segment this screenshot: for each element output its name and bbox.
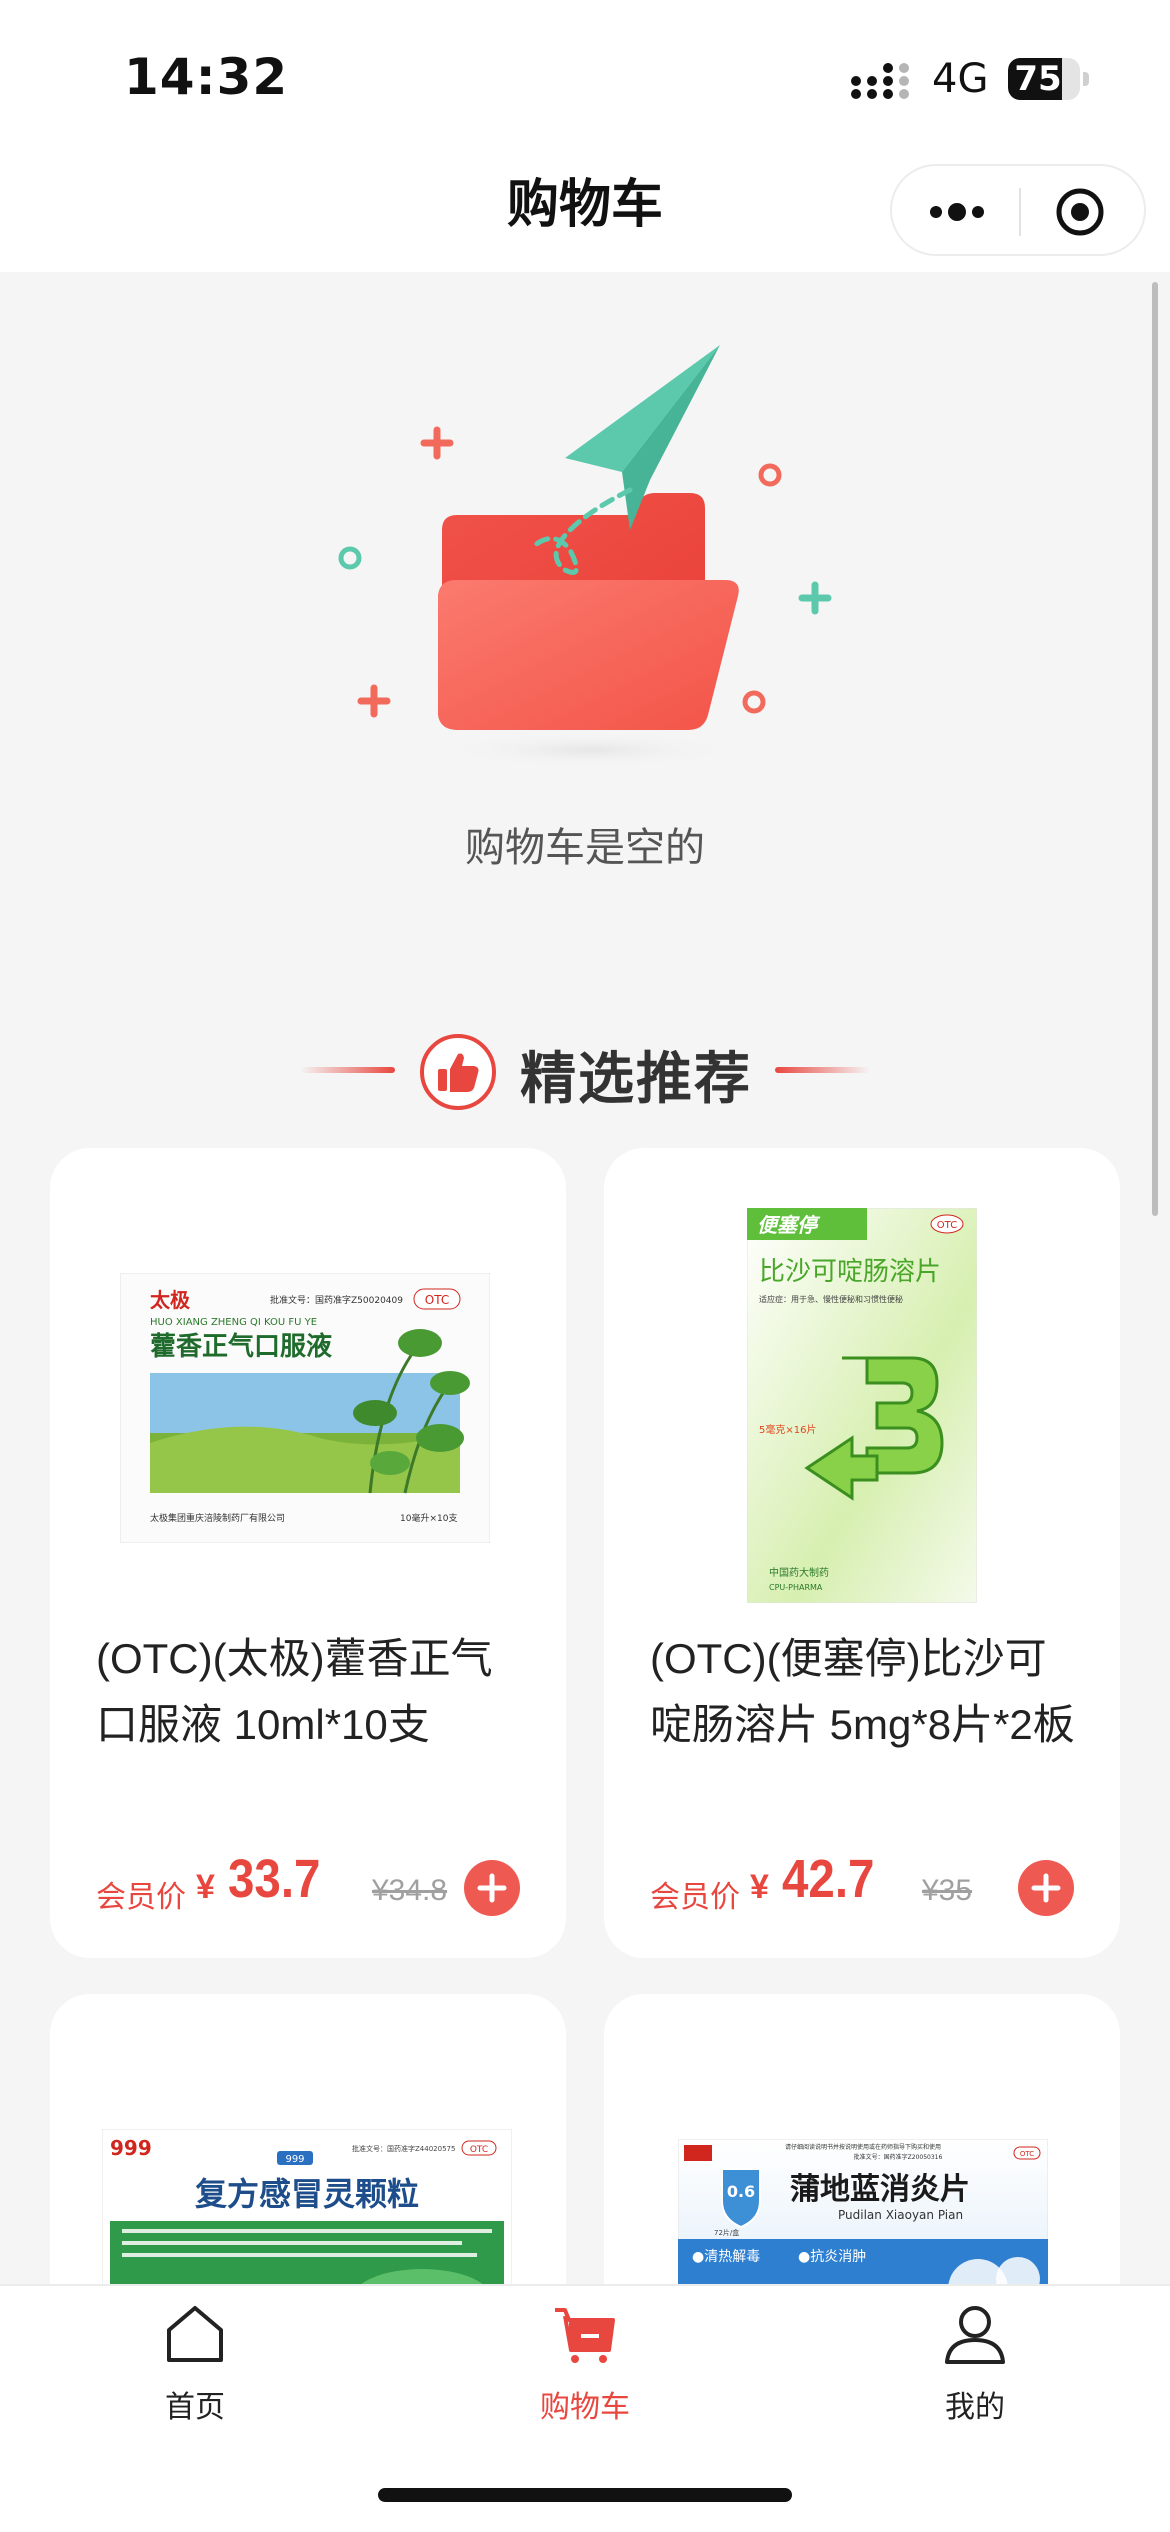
home-indicator[interactable] (378, 2488, 792, 2502)
box-title: 蒲地蓝消炎片 (790, 2172, 970, 2207)
divider-line-right (775, 1067, 870, 1073)
box-approval: 批准文号：国药准字Z44020575 (352, 2144, 455, 2153)
tab-label: 首页 (165, 2391, 225, 2424)
target-icon[interactable] (1054, 186, 1106, 238)
plus-icon (477, 1873, 507, 1903)
mini-program-capsule (890, 164, 1146, 256)
price-row: 会员价 ¥ 33.7 ¥34.8 (96, 1848, 536, 1918)
product-card[interactable]: 太极 批准文号：国药准字Z50020409 OTC HUO XIANG ZHEN… (50, 1148, 566, 1958)
member-price-label: 会员价 (650, 1881, 740, 1914)
box-pinyin: HUO XIANG ZHENG QI KOU FU YE (150, 1317, 317, 1328)
currency-symbol: ¥ (196, 1868, 215, 1906)
user-icon (945, 2306, 1005, 2364)
signal-icon (851, 63, 909, 99)
box-spec: 10毫升×10支 (400, 1512, 457, 1524)
recommend-title: 精选推荐 (520, 1047, 752, 1110)
box-notice: 请仔细阅读说明书并按说明使用或在药师指导下购买和使用 (785, 2143, 941, 2151)
box-tag-1: ●清热解毒 (692, 2249, 760, 2265)
status-time: 14:32 (124, 48, 289, 106)
capsule-divider (1019, 188, 1021, 236)
box-title: 复方感冒灵颗粒 (195, 2175, 419, 2213)
price-row: 会员价 ¥ 42.7 ¥35 (650, 1848, 1090, 1918)
battery-icon: 75 (1008, 58, 1089, 100)
original-price: ¥34.8 (372, 1874, 448, 1907)
box-title: 比沙可啶肠溶片 (759, 1257, 941, 1287)
product-card[interactable]: 便塞停 OTC 比沙可啶肠溶片 适应症：用于急、慢性便秘和习惯性便秘 5毫克×1… (604, 1148, 1120, 1958)
product-image[interactable]: 太极 批准文号：国药准字Z50020409 OTC HUO XIANG ZHEN… (120, 1273, 490, 1543)
box-maker: 太极集团重庆涪陵制药厂有限公司 (150, 1512, 285, 1524)
box-otc: OTC (425, 1293, 449, 1307)
cart-icon (555, 2308, 615, 2363)
box-approval: 批准文号：国药准字Z50020409 (270, 1294, 403, 1306)
tab-cart[interactable]: 购物车 (390, 2286, 780, 2436)
member-price: 42.7 (782, 1849, 875, 1909)
tab-label: 购物车 (540, 2391, 630, 2424)
member-price: 33.7 (228, 1849, 321, 1909)
box-brand-badge: 999 (285, 2154, 304, 2165)
tab-label: 我的 (945, 2391, 1005, 2424)
box-maker: 中国药大制药 (769, 1566, 829, 1579)
box-tag-2: ●抗炎消肿 (798, 2249, 866, 2265)
empty-cart-message: 购物车是空的 (465, 826, 705, 870)
add-to-cart-button[interactable] (1018, 1860, 1074, 1916)
member-price-label: 会员价 (96, 1881, 186, 1914)
more-icon[interactable] (922, 192, 992, 232)
recommend-header: 精选推荐 (0, 1020, 1170, 1120)
tab-mine[interactable]: 我的 (780, 2286, 1170, 2436)
box-otc: OTC (937, 1220, 957, 1231)
battery-tip (1083, 72, 1089, 86)
box-brand: 便塞停 (757, 1213, 821, 1237)
box-badge: 0.6 (727, 2182, 755, 2201)
product-name[interactable]: (OTC)(太极)藿香正气口服液 10ml*10支 (96, 1626, 526, 1758)
folder-paper-plane-icon (338, 345, 832, 768)
add-to-cart-button[interactable] (464, 1860, 520, 1916)
box-otc: OTC (470, 2145, 488, 2155)
box-spec: 5毫克×16片 (759, 1423, 816, 1436)
tab-home[interactable]: 首页 (0, 2286, 390, 2436)
battery-body: 75 (1008, 58, 1080, 100)
home-icon (167, 2306, 223, 2362)
box-brand: 太极 (150, 1288, 191, 1312)
status-bar: 14:32 4G 75 (0, 0, 1170, 150)
product-image[interactable]: 便塞停 OTC 比沙可啶肠溶片 适应症：用于急、慢性便秘和习惯性便秘 5毫克×1… (747, 1208, 977, 1603)
box-pinyin: Pudilan Xiaoyan Pian (838, 2208, 963, 2222)
nav-bar: 购物车 (0, 150, 1170, 272)
network-label: 4G (932, 56, 989, 102)
box-otc: OTC (1020, 2150, 1034, 2158)
battery-level: 75 (1014, 59, 1062, 99)
plus-icon (1031, 1873, 1061, 1903)
thumbs-up-icon (420, 1034, 496, 1110)
original-price: ¥35 (922, 1874, 973, 1907)
currency-symbol: ¥ (750, 1868, 769, 1906)
box-brand: 999 (110, 2136, 152, 2160)
box-approval: 批准文号：国药准字Z20050316 (854, 2153, 943, 2161)
box-count: 72片/盒 (714, 2228, 739, 2237)
box-title: 藿香正气口服液 (150, 1331, 332, 1362)
product-name[interactable]: (OTC)(便塞停)比沙可啶肠溶片 5mg*8片*2板 (650, 1626, 1080, 1758)
box-maker-en: CPU-PHARMA (769, 1583, 823, 1592)
box-subtitle: 适应症：用于急、慢性便秘和习惯性便秘 (759, 1294, 903, 1304)
divider-line-left (300, 1067, 395, 1073)
